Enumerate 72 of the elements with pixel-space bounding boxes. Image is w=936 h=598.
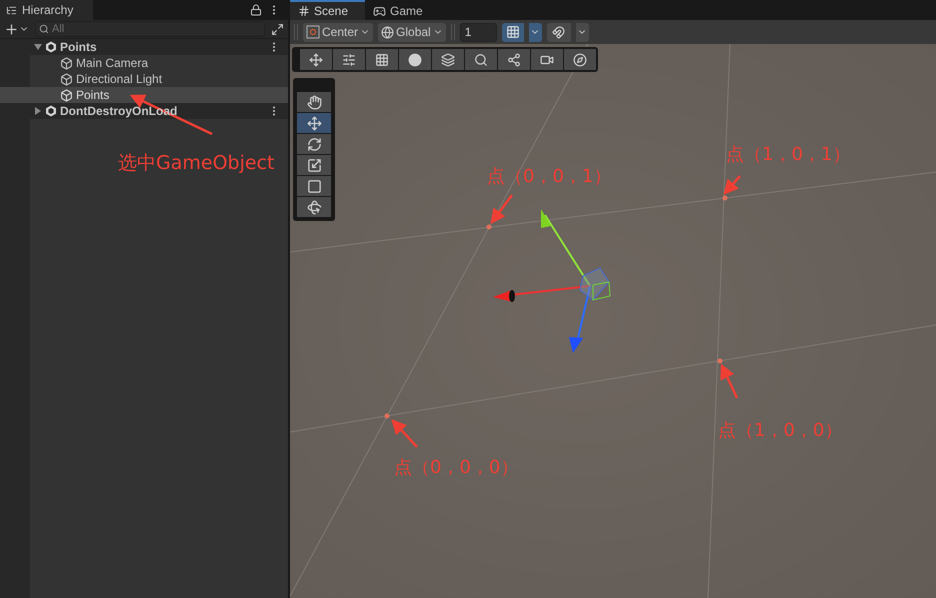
snap-dropdown[interactable] — [576, 22, 589, 42]
search-icon — [39, 24, 49, 34]
grid-button[interactable] — [366, 49, 398, 70]
layers-icon — [441, 52, 455, 66]
list-icon — [6, 4, 17, 16]
search-field[interactable]: All — [35, 21, 265, 37]
expanded-arrow-icon[interactable] — [34, 43, 42, 51]
camera-button[interactable] — [531, 49, 563, 70]
annotation-arrow — [391, 419, 418, 448]
cube-icon — [60, 72, 73, 86]
cube-icon — [60, 88, 73, 102]
scale-icon — [306, 158, 322, 172]
pivot-icon — [306, 25, 320, 39]
grid-snap-toggle[interactable] — [502, 22, 524, 42]
annotation-arrow — [490, 194, 513, 224]
grid-icon — [298, 5, 310, 17]
rotate-tool-button[interactable] — [297, 134, 331, 154]
transform-tool-button[interactable] — [297, 197, 331, 217]
sphere-button[interactable] — [399, 49, 431, 70]
sphere-icon — [408, 52, 422, 66]
collapsed-arrow-icon[interactable] — [34, 107, 42, 115]
hierarchy-tab[interactable]: Hierarchy — [0, 0, 93, 20]
move-icon — [309, 52, 323, 66]
sliders-icon — [342, 52, 356, 66]
annotation-label: 点（0，0，1） — [487, 166, 612, 188]
magnet-icon — [552, 26, 566, 38]
compass-button[interactable] — [564, 49, 596, 70]
point-marker — [722, 196, 728, 200]
rect-tool-button[interactable] — [297, 176, 331, 196]
cube-icon — [60, 56, 73, 70]
hand-tool-button[interactable] — [297, 92, 331, 112]
transform-icon — [306, 200, 322, 214]
search-button[interactable] — [465, 49, 497, 70]
annotation-label: 点（0，0，0） — [394, 457, 518, 479]
nodes-button[interactable] — [498, 49, 530, 70]
annotation-arrow — [720, 364, 738, 399]
hierarchy-item[interactable]: Directional Light — [0, 71, 288, 87]
grid-size-field[interactable]: 1 — [460, 22, 497, 42]
move-button[interactable] — [300, 49, 332, 70]
point-marker — [718, 358, 722, 364]
add-button[interactable] — [4, 22, 29, 36]
grid-snap-dropdown[interactable] — [528, 22, 542, 42]
point-marker — [384, 414, 390, 418]
increment-snap-button[interactable] — [546, 22, 571, 42]
gamepad-icon — [373, 4, 386, 18]
plus-icon — [4, 22, 19, 36]
layers-button[interactable] — [432, 49, 464, 70]
compass-icon — [573, 52, 587, 66]
annotation-label: 选中GameObject — [118, 152, 274, 175]
globe-icon — [381, 26, 394, 38]
scale-tool-button[interactable] — [297, 155, 331, 175]
hand-icon — [306, 94, 322, 110]
search-icon — [474, 52, 488, 66]
sliders-button[interactable] — [333, 49, 365, 70]
hierarchy-item[interactable]: Main Camera — [0, 55, 288, 71]
annotation-arrow — [723, 175, 741, 195]
grid-icon — [375, 52, 389, 66]
point-marker — [486, 224, 492, 230]
annotation-label: 点（1，0，0） — [718, 420, 842, 442]
nodes-icon — [507, 52, 521, 66]
space-dropdown[interactable]: Global — [378, 22, 446, 42]
pivot-dropdown[interactable]: Center — [303, 22, 374, 42]
annotation-label: 点（1，0，1） — [726, 144, 850, 166]
scene-filter-icon[interactable] — [271, 22, 284, 36]
rotate-icon — [306, 136, 322, 152]
grid-icon — [506, 25, 520, 39]
view-tab[interactable]: Scene — [290, 0, 365, 20]
move-tool-button[interactable] — [297, 113, 331, 133]
hierarchy-item[interactable]: Points — [0, 87, 288, 103]
lock-icon[interactable] — [250, 4, 262, 16]
move-icon — [306, 116, 322, 130]
rectangle-icon — [306, 178, 322, 194]
